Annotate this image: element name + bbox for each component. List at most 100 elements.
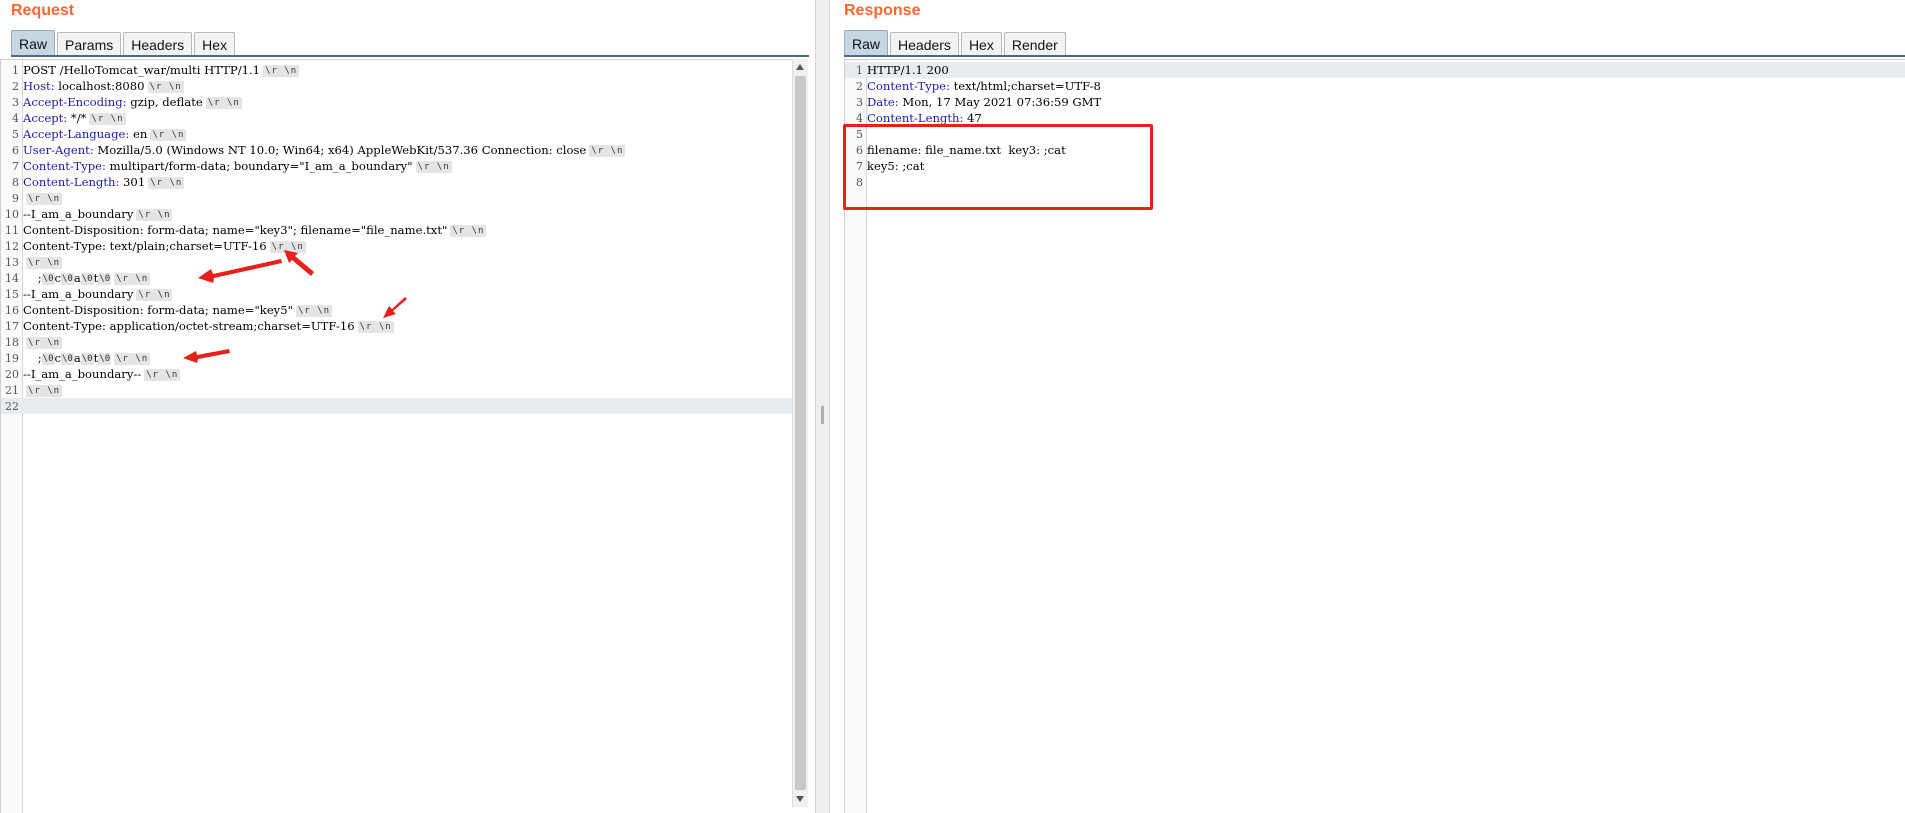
line-text: Content-Type: text/plain;charset=UTF-16	[23, 239, 267, 253]
response-code-line[interactable]: 1 HTTP/1.1 200	[845, 62, 1905, 78]
request-code-line[interactable]: 2 Host: localhost:8080 \r \n	[1, 78, 793, 94]
line-text: text/html;charset=UTF-8	[949, 79, 1101, 93]
request-code-line[interactable]: 11 Content-Disposition: form-data; name="…	[1, 222, 793, 238]
request-code-line[interactable]: 15 --I_am_a_boundary \r \n	[1, 286, 793, 302]
request-code-line[interactable]: 6 User-Agent: Mozilla/5.0 (Windows NT 10.…	[1, 142, 793, 158]
splitter-grip-icon[interactable]	[821, 406, 824, 424]
request-code-line[interactable]: 9 \r \n	[1, 190, 793, 206]
request-code-line[interactable]: 4 Accept: */* \r \n	[1, 110, 793, 126]
line-code: \r \n	[23, 190, 63, 206]
line-text: 47	[963, 111, 982, 125]
request-code-line[interactable]: 20 --I_am_a_boundary-- \r \n	[1, 366, 793, 382]
response-tab-headers[interactable]: Headers	[890, 32, 959, 55]
response-tab-hex[interactable]: Hex	[960, 32, 1002, 55]
line-code: Content-Type: multipart/form-data; bound…	[23, 158, 452, 174]
request-code-line[interactable]: 19 ;\0c\0a\0t\0 \r \n	[1, 350, 793, 366]
line-number: 3	[856, 96, 863, 109]
crlf-marker: \r \n	[144, 369, 181, 381]
null-byte-marker: \0	[41, 353, 55, 365]
line-code: Content-Type: text/html;charset=UTF-8	[867, 78, 1101, 94]
line-code: ;\0c\0a\0t\0 \r \n	[23, 350, 151, 366]
line-text: --I_am_a_boundary--	[23, 367, 142, 381]
line-code: --I_am_a_boundary \r \n	[23, 286, 173, 302]
line-code: Host: localhost:8080 \r \n	[23, 78, 184, 94]
request-code-line[interactable]: 21 \r \n	[1, 382, 793, 398]
request-tab-raw[interactable]: Raw	[11, 30, 56, 55]
line-code: Content-Length: 301 \r \n	[23, 174, 185, 190]
line-text: --I_am_a_boundary	[23, 287, 134, 301]
null-byte-marker: \0	[80, 273, 94, 285]
request-code-line[interactable]: 22	[1, 398, 793, 414]
crlf-marker: \r \n	[114, 273, 151, 285]
request-tabbar: Raw Params Headers Hex	[11, 30, 237, 55]
request-code-line[interactable]: 14 ;\0c\0a\0t\0 \r \n	[1, 270, 793, 286]
crlf-marker: \r \n	[150, 129, 187, 141]
line-number: 22	[5, 400, 19, 413]
request-code-line[interactable]: 18 \r \n	[1, 334, 793, 350]
line-number: 3	[12, 96, 19, 109]
request-code-line[interactable]: 7 Content-Type: multipart/form-data; boun…	[1, 158, 793, 174]
response-code-line[interactable]: 2 Content-Type: text/html;charset=UTF-8	[845, 78, 1905, 94]
line-text: 301	[119, 175, 146, 189]
pane-splitter[interactable]	[815, 0, 830, 813]
request-code-line[interactable]: 8 Content-Length: 301 \r \n	[1, 174, 793, 190]
line-number: 11	[5, 224, 19, 237]
request-editor[interactable]: 1 POST /HelloTomcat_war/multi HTTP/1.1 \r …	[0, 59, 793, 813]
request-code-line[interactable]: 16 Content-Disposition: form-data; name="…	[1, 302, 793, 318]
line-text: Content-Disposition: form-data; name="ke…	[23, 303, 293, 317]
request-lines: 1 POST /HelloTomcat_war/multi HTTP/1.1 \r …	[1, 62, 793, 414]
request-tab-params[interactable]: Params	[57, 32, 122, 55]
request-tab-headers[interactable]: Headers	[123, 32, 193, 55]
header-key: Date:	[867, 95, 899, 109]
header-key: Content-Length:	[23, 175, 120, 189]
line-text: multipart/form-data; boundary="I_am_a_bo…	[105, 159, 413, 173]
request-code-line[interactable]: 13 \r \n	[1, 254, 793, 270]
crlf-marker: \r \n	[26, 257, 63, 269]
null-byte-marker: \0	[98, 273, 112, 285]
line-code: Content-Disposition: form-data; name="ke…	[23, 302, 333, 318]
crlf-marker: \r \n	[589, 145, 626, 157]
line-text: ;	[23, 271, 42, 285]
request-code-line[interactable]: 3 Accept-Encoding: gzip, deflate \r \n	[1, 94, 793, 110]
line-number: 1	[12, 64, 19, 77]
request-code-line[interactable]: 1 POST /HelloTomcat_war/multi HTTP/1.1 \r …	[1, 62, 793, 78]
null-byte-marker: \0	[41, 273, 55, 285]
request-code-line[interactable]: 12 Content-Type: text/plain;charset=UTF-1…	[1, 238, 793, 254]
line-code: User-Agent: Mozilla/5.0 (Windows NT 10.0…	[23, 142, 626, 158]
request-pane: Request Raw Params Headers Hex 1 POST /He…	[0, 0, 815, 813]
null-byte-marker: \0	[80, 353, 94, 365]
crlf-marker: \r \n	[136, 209, 173, 221]
line-number: 15	[5, 288, 19, 301]
response-tab-render[interactable]: Render	[1003, 32, 1066, 55]
line-number: 12	[5, 240, 19, 253]
scroll-thumb[interactable]	[795, 76, 806, 790]
crlf-marker: \r \n	[136, 289, 173, 301]
request-code-line[interactable]: 5 Accept-Language: en \r \n	[1, 126, 793, 142]
header-key: Content-Type:	[23, 159, 106, 173]
line-text: --I_am_a_boundary	[23, 207, 134, 221]
response-tab-raw[interactable]: Raw	[844, 30, 889, 55]
scroll-down-arrow-icon[interactable]	[796, 796, 804, 802]
line-code: Content-Type: text/plain;charset=UTF-16 \…	[23, 238, 306, 254]
line-text: localhost:8080	[54, 79, 145, 93]
header-key: Accept-Encoding:	[23, 95, 127, 109]
line-text: */*	[67, 111, 87, 125]
response-tabbar: Raw Headers Hex Render	[844, 30, 1068, 55]
line-text: POST /HelloTomcat_war/multi HTTP/1.1	[23, 63, 261, 77]
null-byte-marker: \0	[61, 353, 74, 365]
line-number: 6	[12, 144, 19, 157]
line-code: \r \n	[23, 254, 63, 270]
line-number: 10	[5, 208, 19, 221]
request-tab-hex[interactable]: Hex	[194, 32, 236, 55]
line-number: 14	[5, 272, 19, 285]
header-key: User-Agent:	[23, 143, 94, 157]
request-scrollbar[interactable]	[792, 59, 808, 807]
line-number: 5	[12, 128, 19, 141]
line-number: 4	[12, 112, 19, 125]
line-text: Content-Type: application/octet-stream;c…	[23, 319, 355, 333]
line-text: en	[129, 127, 148, 141]
response-code-line[interactable]: 3 Date: Mon, 17 May 2021 07:36:59 GMT	[845, 94, 1905, 110]
scroll-up-arrow-icon[interactable]	[796, 64, 804, 70]
request-code-line[interactable]: 17 Content-Type: application/octet-stream…	[1, 318, 793, 334]
request-code-line[interactable]: 10 --I_am_a_boundary \r \n	[1, 206, 793, 222]
